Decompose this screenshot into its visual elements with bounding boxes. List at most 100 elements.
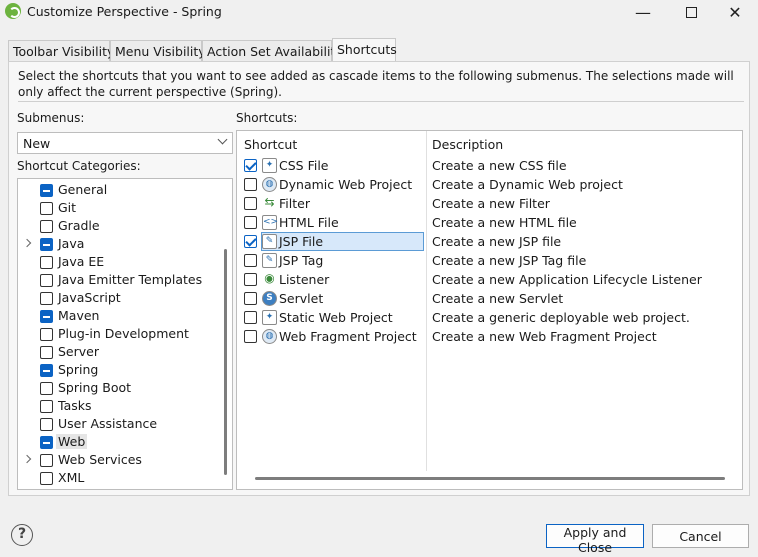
category-spring[interactable]: Spring	[18, 361, 218, 379]
category-label: Tasks	[58, 398, 92, 413]
filter-icon: ⇆	[264, 195, 275, 209]
shortcut-checkbox[interactable]	[244, 254, 257, 267]
category-label: User Assistance	[58, 416, 158, 431]
submenus-label: Submenus:	[17, 111, 85, 125]
shortcut-checkbox[interactable]	[244, 311, 257, 324]
shortcut-row-servlet[interactable]: S Servlet Create a new Servlet	[237, 289, 742, 308]
category-checkbox[interactable]	[40, 292, 53, 305]
category-maven[interactable]: Maven	[18, 307, 218, 325]
category-checkbox[interactable]	[40, 400, 53, 413]
shortcut-name: JSP File	[279, 234, 324, 249]
category-checkbox[interactable]	[40, 238, 53, 251]
shortcut-checkbox[interactable]	[244, 197, 257, 210]
shortcut-name: JSP Tag	[279, 253, 324, 268]
category-javascript[interactable]: JavaScript	[18, 289, 218, 307]
shortcut-row-jsp-tag[interactable]: ✎ JSP Tag Create a new JSP Tag file	[237, 251, 742, 270]
category-java[interactable]: Java	[18, 235, 218, 253]
category-xml[interactable]: XML	[18, 469, 218, 487]
category-plug-in-development[interactable]: Plug-in Development	[18, 325, 218, 343]
shortcut-checkbox[interactable]	[244, 159, 257, 172]
apply-and-close-button[interactable]: Apply and Close	[546, 524, 644, 555]
shortcut-name: Static Web Project	[279, 310, 393, 325]
shortcut-row-filter[interactable]: ⇆ Filter Create a new Filter	[237, 194, 742, 213]
category-checkbox[interactable]	[40, 364, 53, 377]
shortcut-checkbox[interactable]	[244, 216, 257, 229]
category-checkbox[interactable]	[40, 346, 53, 359]
category-tasks[interactable]: Tasks	[18, 397, 218, 415]
shortcuts-horizontal-scrollbar[interactable]	[255, 477, 725, 480]
shortcut-checkbox[interactable]	[244, 273, 257, 286]
shortcut-description: Create a new Application Lifecycle Liste…	[432, 272, 702, 287]
web-project-icon: ◍	[262, 177, 277, 192]
help-icon[interactable]: ?	[11, 524, 33, 546]
category-tree[interactable]: General Git Gradle Java Java EE Java Emi…	[17, 178, 233, 490]
minimize-button[interactable]: —	[620, 0, 666, 24]
cancel-button[interactable]: Cancel	[652, 524, 749, 548]
shortcut-name: Listener	[279, 272, 330, 287]
jsp-file-icon: ✎	[262, 234, 277, 249]
category-scrollbar[interactable]	[224, 249, 227, 475]
title-bar: Customize Perspective - Spring — ✕	[0, 0, 758, 24]
chevron-right-icon[interactable]	[22, 454, 32, 464]
category-checkbox[interactable]	[40, 454, 53, 467]
category-checkbox[interactable]	[40, 184, 53, 197]
window-title: Customize Perspective - Spring	[27, 4, 222, 19]
category-label: Web Services	[58, 452, 142, 467]
category-general[interactable]: General	[18, 181, 218, 199]
category-server[interactable]: Server	[18, 343, 218, 361]
category-checkbox[interactable]	[40, 472, 53, 485]
tab-toolbar-visibility[interactable]: Toolbar Visibility	[8, 40, 114, 62]
shortcut-checkbox[interactable]	[244, 235, 257, 248]
maximize-button[interactable]	[668, 0, 714, 24]
shortcut-checkbox[interactable]	[244, 178, 257, 191]
category-checkbox[interactable]	[40, 436, 53, 449]
shortcut-name: CSS File	[279, 158, 329, 173]
category-label: Server	[58, 344, 99, 359]
category-checkbox[interactable]	[40, 202, 53, 215]
shortcuts-table[interactable]: Shortcut Description ✦ CSS File Create a…	[236, 130, 743, 490]
category-git[interactable]: Git	[18, 199, 218, 217]
submenus-selected-value: New	[23, 136, 51, 151]
shortcut-row-css-file[interactable]: ✦ CSS File Create a new CSS file	[237, 156, 742, 175]
tab-menu-visibility[interactable]: Menu Visibility	[110, 40, 206, 62]
category-spring-boot[interactable]: Spring Boot	[18, 379, 218, 397]
tab-shortcuts[interactable]: Shortcuts	[332, 38, 397, 62]
chevron-down-icon	[217, 134, 228, 145]
column-header-description[interactable]: Description	[432, 137, 503, 152]
category-checkbox[interactable]	[40, 256, 53, 269]
category-checkbox[interactable]	[40, 328, 53, 341]
shortcut-description: Create a Dynamic Web project	[432, 177, 623, 192]
shortcut-categories-label: Shortcut Categories:	[17, 159, 141, 173]
close-window-button[interactable]: ✕	[712, 0, 758, 24]
shortcut-description: Create a new Web Fragment Project	[432, 329, 657, 344]
shortcut-row-jsp-file[interactable]: ✎ JSP File Create a new JSP file	[237, 232, 742, 251]
category-checkbox[interactable]	[40, 274, 53, 287]
shortcut-row-listener[interactable]: ◉ Listener Create a new Application Life…	[237, 270, 742, 289]
category-checkbox[interactable]	[40, 382, 53, 395]
shortcut-checkbox[interactable]	[244, 292, 257, 305]
column-header-shortcut[interactable]: Shortcut	[244, 137, 297, 152]
static-web-project-icon: ✦	[262, 310, 277, 325]
category-user-assistance[interactable]: User Assistance	[18, 415, 218, 433]
shortcut-row-html-file[interactable]: <> HTML File Create a new HTML file	[237, 213, 742, 232]
category-web[interactable]: Web	[18, 433, 218, 451]
submenus-dropdown[interactable]: New	[17, 132, 233, 154]
category-java-ee[interactable]: Java EE	[18, 253, 218, 271]
category-label: Java EE	[58, 254, 105, 269]
tab-action-set-availability[interactable]: Action Set Availability	[202, 40, 343, 62]
listener-icon: ◉	[264, 271, 275, 285]
web-fragment-project-icon: ◍	[262, 329, 277, 344]
shortcut-checkbox[interactable]	[244, 330, 257, 343]
category-checkbox[interactable]	[40, 418, 53, 431]
shortcut-name: Filter	[279, 196, 310, 211]
category-checkbox[interactable]	[40, 310, 53, 323]
category-checkbox[interactable]	[40, 220, 53, 233]
shortcut-row-dynamic-web-project[interactable]: ◍ Dynamic Web Project Create a Dynamic W…	[237, 175, 742, 194]
shortcut-row-static-web-project[interactable]: ✦ Static Web Project Create a generic de…	[237, 308, 742, 327]
category-java-emitter-templates[interactable]: Java Emitter Templates	[18, 271, 218, 289]
shortcut-row-web-fragment-project[interactable]: ◍ Web Fragment Project Create a new Web …	[237, 327, 742, 346]
category-label: Java	[58, 236, 85, 251]
category-gradle[interactable]: Gradle	[18, 217, 218, 235]
category-web-services[interactable]: Web Services	[18, 451, 218, 469]
chevron-right-icon[interactable]	[22, 238, 32, 248]
